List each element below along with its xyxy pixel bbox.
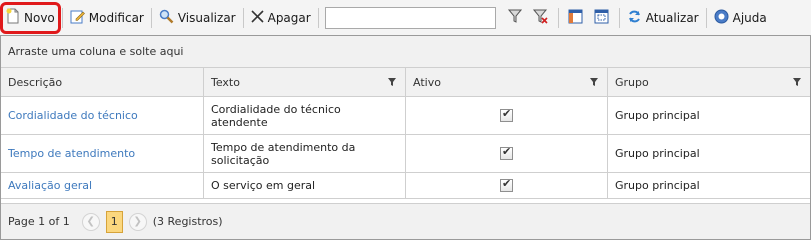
pager: Page 1 of 1 ❮ 1 ❯ (3 Registros) xyxy=(1,203,810,239)
visualizar-label: Visualizar xyxy=(177,10,236,25)
ativo-checkbox[interactable] xyxy=(500,107,513,122)
ativo-checkbox[interactable] xyxy=(500,177,513,192)
toolbar-divider xyxy=(61,7,63,28)
window-icon xyxy=(594,9,609,27)
cell-ativo xyxy=(406,173,608,198)
atualizar-button[interactable]: Atualizar xyxy=(624,5,702,31)
fullscreen-button[interactable] xyxy=(591,7,613,29)
row-link[interactable]: Tempo de atendimento xyxy=(8,147,135,160)
visualizar-button[interactable]: Visualizar xyxy=(156,5,239,31)
apagar-button[interactable]: Apagar xyxy=(248,5,314,31)
column-header-grupo[interactable]: Grupo xyxy=(608,68,810,96)
search-input[interactable] xyxy=(324,6,496,29)
column-header-label: Descrição xyxy=(8,76,63,89)
atualizar-label: Atualizar xyxy=(645,10,699,25)
ativo-checkbox[interactable] xyxy=(500,145,513,160)
toolbar-divider xyxy=(705,7,707,28)
clear-filter-icon xyxy=(533,9,548,27)
data-grid: Arraste uma coluna e solte aqui Descriçã… xyxy=(0,35,811,240)
column-header-label: Ativo xyxy=(413,76,441,89)
toolbar-divider xyxy=(150,7,152,28)
table-row[interactable]: Avaliação geral O serviço em geral Grupo… xyxy=(1,173,810,199)
column-header-descricao[interactable]: Descrição xyxy=(1,68,204,96)
modificar-button[interactable]: Modificar xyxy=(67,5,147,31)
page-summary: Page 1 of 1 xyxy=(8,215,70,228)
table-row[interactable]: Cordialidade do técnico Cordialidade do … xyxy=(1,97,810,135)
magnifier-icon xyxy=(159,9,174,27)
novo-label: Novo xyxy=(24,10,55,25)
column-filter-icon[interactable] xyxy=(589,77,599,87)
toolbar-divider xyxy=(317,7,319,28)
help-icon xyxy=(714,9,729,27)
cell-descricao: Avaliação geral xyxy=(1,173,204,198)
record-count: (3 Registros) xyxy=(152,215,223,228)
column-header-label: Grupo xyxy=(615,76,649,89)
row-link[interactable]: Cordialidade do técnico xyxy=(8,109,138,122)
table-row[interactable]: Tempo de atendimento Tempo de atendiment… xyxy=(1,135,810,173)
grid-header: Descrição Texto Ativo Grupo xyxy=(1,68,810,97)
next-page-button[interactable]: ❯ xyxy=(128,212,147,231)
new-document-icon xyxy=(6,8,20,27)
group-drop-panel[interactable]: Arraste uma coluna e solte aqui xyxy=(1,36,810,68)
toolbar-divider xyxy=(557,7,559,28)
toolbar-divider xyxy=(242,7,244,28)
ajuda-label: Ajuda xyxy=(732,10,767,25)
cell-ativo xyxy=(406,135,608,172)
novo-button[interactable]: Novo xyxy=(0,1,61,34)
ajuda-button[interactable]: Ajuda xyxy=(711,5,770,31)
chevron-left-icon: ❮ xyxy=(86,216,95,227)
toolbar: Novo Modificar Visualizar Apagar Atualiz… xyxy=(0,0,811,35)
column-header-ativo[interactable]: Ativo xyxy=(406,68,608,96)
columns-icon xyxy=(568,9,583,27)
refresh-icon xyxy=(627,9,642,27)
column-filter-icon[interactable] xyxy=(387,77,397,87)
cell-texto: Tempo de atendimento da solicitação xyxy=(204,135,406,172)
modificar-label: Modificar xyxy=(88,10,144,25)
cell-texto: O serviço em geral xyxy=(204,173,406,198)
cell-texto: Cordialidade do técnico atendente xyxy=(204,97,406,134)
edit-icon xyxy=(70,9,85,27)
row-link[interactable]: Avaliação geral xyxy=(8,179,92,192)
columns-button[interactable] xyxy=(565,7,587,29)
prev-page-button[interactable]: ❮ xyxy=(81,212,100,231)
cell-ativo xyxy=(406,97,608,134)
filter-button[interactable] xyxy=(504,7,526,29)
column-header-texto[interactable]: Texto xyxy=(204,68,406,96)
funnel-icon xyxy=(507,9,522,26)
cell-descricao: Cordialidade do técnico xyxy=(1,97,204,134)
cell-grupo: Grupo principal xyxy=(615,109,700,122)
current-page-button[interactable]: 1 xyxy=(105,210,123,233)
column-header-label: Texto xyxy=(211,76,240,89)
cell-grupo: Grupo principal xyxy=(615,179,700,192)
cell-grupo: Grupo principal xyxy=(615,147,700,160)
delete-x-icon xyxy=(251,9,264,26)
toolbar-divider xyxy=(618,7,620,28)
apagar-label: Apagar xyxy=(267,10,311,25)
clear-filter-button[interactable] xyxy=(530,7,552,29)
chevron-right-icon: ❯ xyxy=(133,216,142,227)
column-filter-icon[interactable] xyxy=(792,77,802,87)
cell-descricao: Tempo de atendimento xyxy=(1,135,204,172)
